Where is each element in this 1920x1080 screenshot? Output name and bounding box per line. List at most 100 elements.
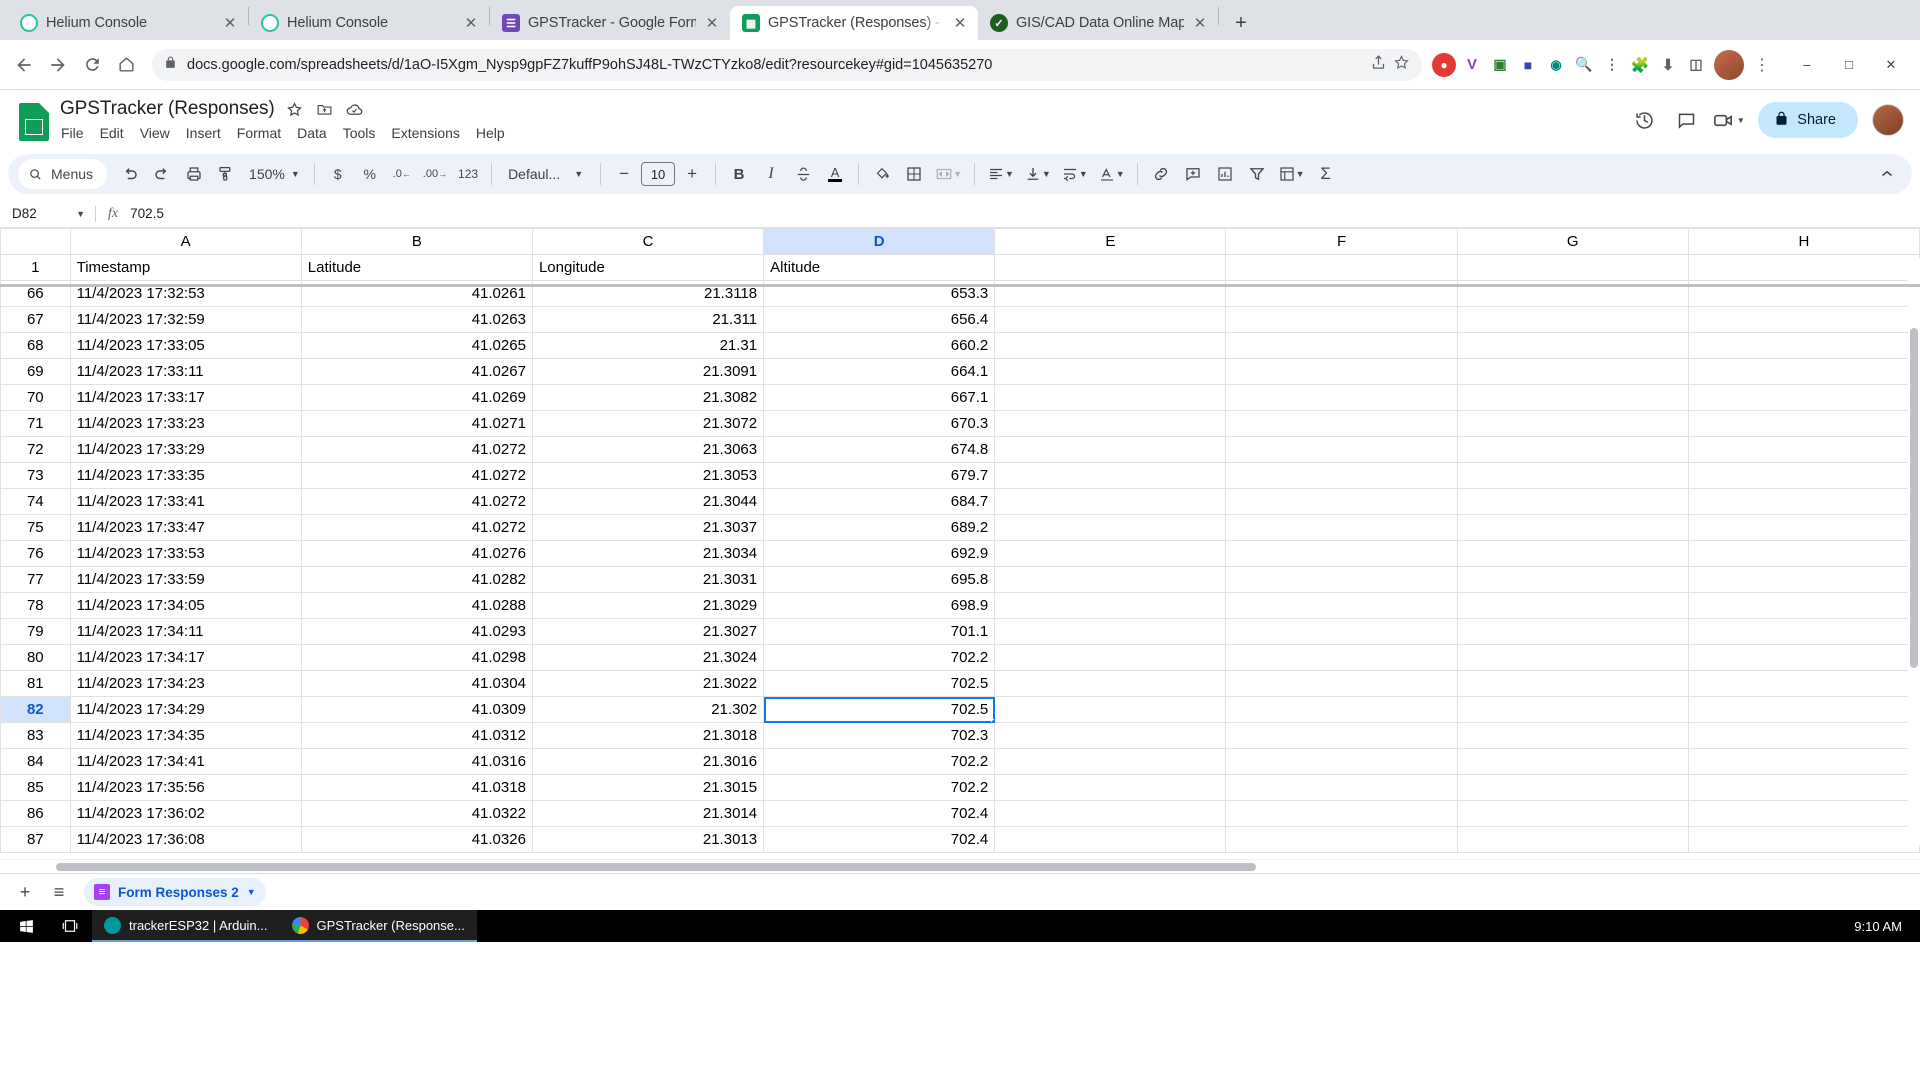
cell-E72[interactable] <box>994 436 1227 463</box>
all-sheets-button[interactable]: ≡ <box>44 877 74 907</box>
forward-icon[interactable] <box>42 49 74 81</box>
zoom-control[interactable]: 150% ▼ <box>243 166 306 182</box>
cell-F85[interactable] <box>1225 774 1458 801</box>
google-sheets-logo[interactable] <box>16 100 52 144</box>
cell-D82[interactable]: 702.5 <box>763 696 996 723</box>
cell-F74[interactable] <box>1225 488 1458 515</box>
cell-E82[interactable] <box>994 696 1227 723</box>
cell-H72[interactable] <box>1687 436 1920 463</box>
menu-data[interactable]: Data <box>290 122 334 144</box>
strikethrough-button[interactable] <box>788 159 818 189</box>
cell-G77[interactable] <box>1456 566 1689 593</box>
extension-icon-purple[interactable]: V <box>1460 52 1484 77</box>
row-header-80[interactable]: 80 <box>0 644 71 671</box>
cell-E79[interactable] <box>994 618 1227 645</box>
paint-format-button[interactable] <box>211 159 241 189</box>
cell-H82[interactable] <box>1687 696 1920 723</box>
cell-B82[interactable]: 41.0309 <box>300 696 533 723</box>
cell-C68[interactable]: 21.31 <box>531 332 765 359</box>
currency-format-button[interactable]: $ <box>323 159 353 189</box>
cell-H71[interactable] <box>1687 410 1920 437</box>
close-icon[interactable]: ✕ <box>704 15 720 31</box>
extension-icon-teal[interactable]: ◉ <box>1544 52 1568 77</box>
menu-tools[interactable]: Tools <box>336 122 383 144</box>
cell-B73[interactable]: 41.0272 <box>300 462 533 489</box>
cell-A81[interactable]: 11/4/2023 17:34:23 <box>69 670 302 697</box>
sum-button[interactable]: Σ <box>1311 159 1341 189</box>
cell-G70[interactable] <box>1456 384 1689 411</box>
cell-G72[interactable] <box>1456 436 1689 463</box>
comment-icon[interactable] <box>1668 102 1704 138</box>
cell-H85[interactable] <box>1687 774 1920 801</box>
share-button[interactable]: Share <box>1758 102 1858 138</box>
cell-E69[interactable] <box>994 358 1227 385</box>
cell-E66[interactable] <box>994 280 1227 307</box>
cell-F82[interactable] <box>1225 696 1458 723</box>
cell-A79[interactable]: 11/4/2023 17:34:11 <box>69 618 302 645</box>
collapse-toolbar-button[interactable] <box>1872 159 1902 189</box>
browser-tab-4[interactable]: ✓ GIS/CAD Data Online Map View ✕ <box>978 6 1218 40</box>
cell-H73[interactable] <box>1687 462 1920 489</box>
account-avatar[interactable] <box>1872 104 1904 136</box>
cell-E77[interactable] <box>994 566 1227 593</box>
cell-A69[interactable]: 11/4/2023 17:33:11 <box>69 358 302 385</box>
add-sheet-button[interactable]: + <box>10 877 40 907</box>
cell-D85[interactable]: 702.2 <box>763 774 996 801</box>
cell-H78[interactable] <box>1687 592 1920 619</box>
close-icon[interactable]: ✕ <box>463 15 479 31</box>
create-filter-button[interactable] <box>1242 159 1272 189</box>
cell-D72[interactable]: 674.8 <box>763 436 996 463</box>
profile-avatar[interactable] <box>1714 49 1744 80</box>
column-header-f[interactable]: F <box>1225 228 1458 255</box>
cell-A74[interactable]: 11/4/2023 17:33:41 <box>69 488 302 515</box>
font-size-input[interactable]: 10 <box>641 162 676 186</box>
version-history-icon[interactable] <box>1626 102 1662 138</box>
search-menus-button[interactable]: Menus <box>18 159 108 189</box>
cell-C83[interactable]: 21.3018 <box>531 722 765 749</box>
cell-C69[interactable]: 21.3091 <box>531 358 765 385</box>
header-cell-e[interactable] <box>994 254 1227 281</box>
cell-H77[interactable] <box>1687 566 1920 593</box>
column-header-e[interactable]: E <box>994 228 1227 255</box>
cell-A87[interactable]: 11/4/2023 17:36:08 <box>69 826 302 853</box>
taskbar-item-chrome[interactable]: GPSTracker (Response... <box>279 910 477 942</box>
cell-C76[interactable]: 21.3034 <box>531 540 765 567</box>
cell-A86[interactable]: 11/4/2023 17:36:02 <box>69 800 302 827</box>
cell-D81[interactable]: 702.5 <box>763 670 996 697</box>
cell-A84[interactable]: 11/4/2023 17:34:41 <box>69 748 302 775</box>
downloads-icon[interactable]: ⬇ <box>1656 52 1680 77</box>
cell-A72[interactable]: 11/4/2023 17:33:29 <box>69 436 302 463</box>
cell-E76[interactable] <box>994 540 1227 567</box>
cell-F83[interactable] <box>1225 722 1458 749</box>
header-cell-h[interactable] <box>1687 254 1920 281</box>
cell-H80[interactable] <box>1687 644 1920 671</box>
select-all-corner[interactable] <box>0 228 71 255</box>
menu-view[interactable]: View <box>133 122 177 144</box>
cell-A71[interactable]: 11/4/2023 17:33:23 <box>69 410 302 437</box>
cell-G79[interactable] <box>1456 618 1689 645</box>
row-header-68[interactable]: 68 <box>0 332 71 359</box>
cell-H67[interactable] <box>1687 306 1920 333</box>
name-box[interactable]: D82 ▼ <box>0 206 95 221</box>
star-icon[interactable] <box>285 99 305 119</box>
cell-F84[interactable] <box>1225 748 1458 775</box>
cell-A70[interactable]: 11/4/2023 17:33:17 <box>69 384 302 411</box>
taskbar-item-arduino[interactable]: trackerESP32 | Arduin... <box>92 910 280 942</box>
header-cell-latitude[interactable]: Latitude <box>300 254 533 281</box>
cell-C71[interactable]: 21.3072 <box>531 410 765 437</box>
cell-B76[interactable]: 41.0276 <box>300 540 533 567</box>
cell-H83[interactable] <box>1687 722 1920 749</box>
cell-D69[interactable]: 664.1 <box>763 358 996 385</box>
cell-B83[interactable]: 41.0312 <box>300 722 533 749</box>
cell-F66[interactable] <box>1225 280 1458 307</box>
borders-button[interactable] <box>899 159 929 189</box>
merge-cells-button[interactable]: ▼ <box>931 159 966 189</box>
undo-button[interactable] <box>115 159 145 189</box>
extension-icon-blue[interactable]: ■ <box>1516 52 1540 77</box>
cell-D74[interactable]: 684.7 <box>763 488 996 515</box>
taskbar-clock[interactable]: 9:10 AM <box>1854 919 1916 934</box>
cell-B78[interactable]: 41.0288 <box>300 592 533 619</box>
back-icon[interactable] <box>8 49 40 81</box>
cell-C87[interactable]: 21.3013 <box>531 826 765 853</box>
extension-icon-green[interactable]: ▣ <box>1488 52 1512 77</box>
